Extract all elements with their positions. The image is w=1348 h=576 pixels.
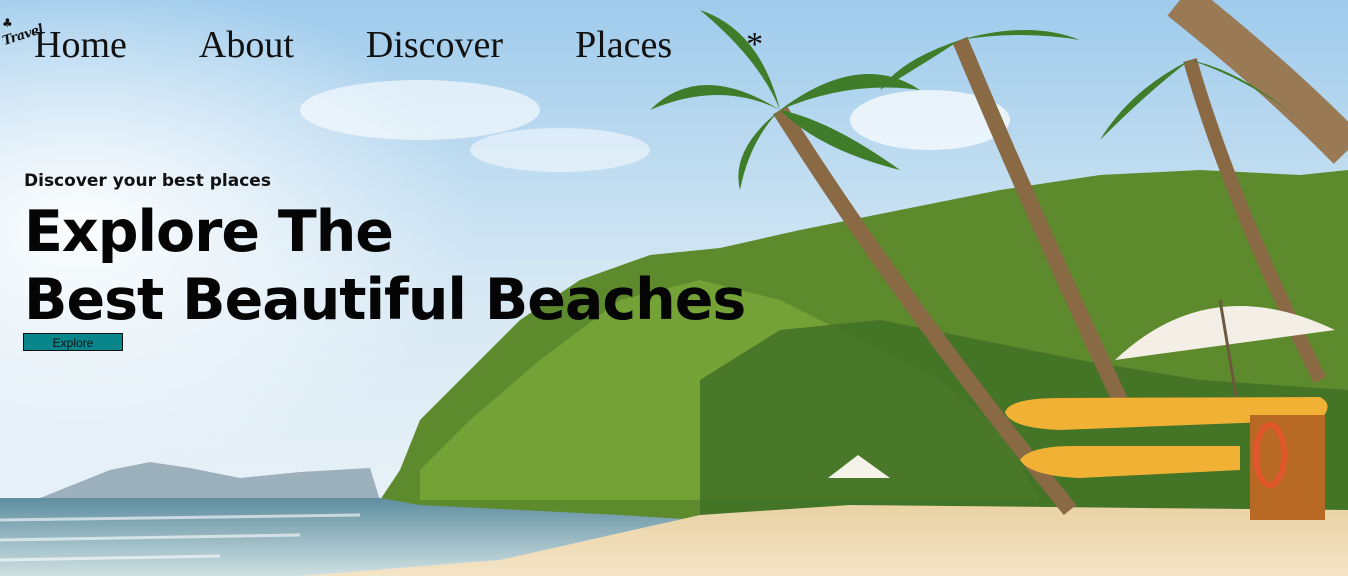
nav-item-about[interactable]: About <box>199 22 294 68</box>
site-logo[interactable]: ♣ Travel <box>0 10 45 49</box>
hero-headline: Explore The Best Beautiful Beaches <box>24 198 746 334</box>
nav-item-discover[interactable]: Discover <box>366 22 503 68</box>
palm-tree-icon: ♣ <box>2 16 13 30</box>
nav-item-home[interactable]: Home <box>34 22 127 68</box>
nav-item-places[interactable]: Places <box>575 22 672 68</box>
hero-kicker: Discover your best places <box>24 171 271 191</box>
hero-headline-line-2: Best Beautiful Beaches <box>24 267 746 333</box>
explore-button[interactable]: Explore <box>23 333 123 351</box>
hero-headline-line-1: Explore The <box>24 199 394 265</box>
main-navigation: Home About Discover Places * <box>34 22 763 68</box>
asterisk-icon[interactable]: * <box>746 25 763 65</box>
